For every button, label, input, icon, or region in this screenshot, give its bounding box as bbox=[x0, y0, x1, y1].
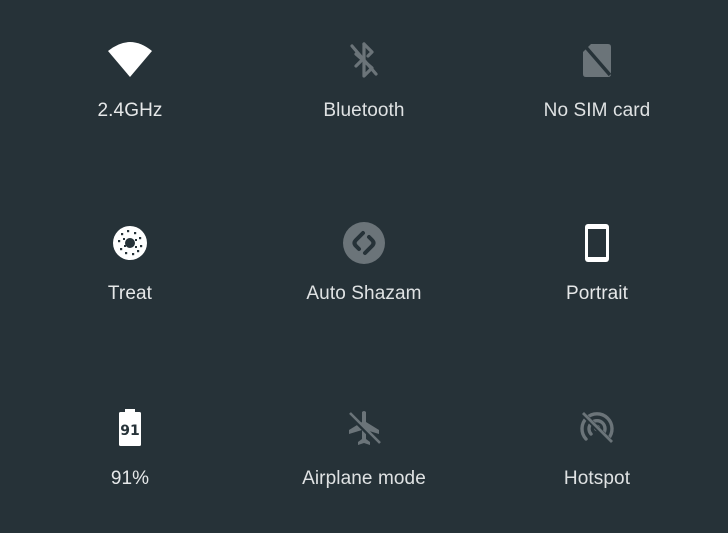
airplane-off-icon bbox=[340, 404, 388, 452]
tile-bluetooth[interactable]: Bluetooth bbox=[249, 36, 479, 186]
hotspot-off-icon bbox=[573, 404, 621, 452]
tile-label: Airplane mode bbox=[302, 468, 426, 489]
wifi-icon bbox=[106, 36, 154, 84]
tile-label: 2.4GHz bbox=[97, 100, 163, 121]
tile-no-sim[interactable]: No SIM card bbox=[482, 36, 712, 186]
tile-airplane-mode[interactable]: Airplane mode bbox=[249, 404, 479, 533]
tile-label: 91% bbox=[110, 468, 150, 489]
battery-level-text: 91 bbox=[120, 423, 139, 439]
tile-label: Portrait bbox=[565, 283, 629, 304]
donut-icon bbox=[106, 219, 154, 267]
battery-icon: 91 bbox=[106, 404, 154, 452]
tile-portrait[interactable]: Portrait bbox=[482, 219, 712, 369]
tile-hotspot[interactable]: Hotspot bbox=[482, 404, 712, 533]
tile-label: Hotspot bbox=[563, 468, 631, 489]
tile-wifi[interactable]: 2.4GHz bbox=[15, 36, 245, 186]
tile-auto-shazam[interactable]: Auto Shazam bbox=[249, 219, 479, 369]
tile-treat[interactable]: Treat bbox=[15, 219, 245, 369]
portrait-phone-icon bbox=[573, 219, 621, 267]
tile-label: Bluetooth bbox=[323, 100, 405, 121]
tile-label: Auto Shazam bbox=[306, 283, 422, 304]
quick-settings-panel: 2.4GHz Bluetooth No SIM card Treat Auto … bbox=[0, 0, 728, 533]
tile-label: Treat bbox=[107, 283, 153, 304]
shazam-icon bbox=[340, 219, 388, 267]
tile-label: No SIM card bbox=[543, 100, 651, 121]
no-sim-icon bbox=[573, 36, 621, 84]
tile-battery[interactable]: 91 91% bbox=[15, 404, 245, 533]
bluetooth-disabled-icon bbox=[340, 36, 388, 84]
